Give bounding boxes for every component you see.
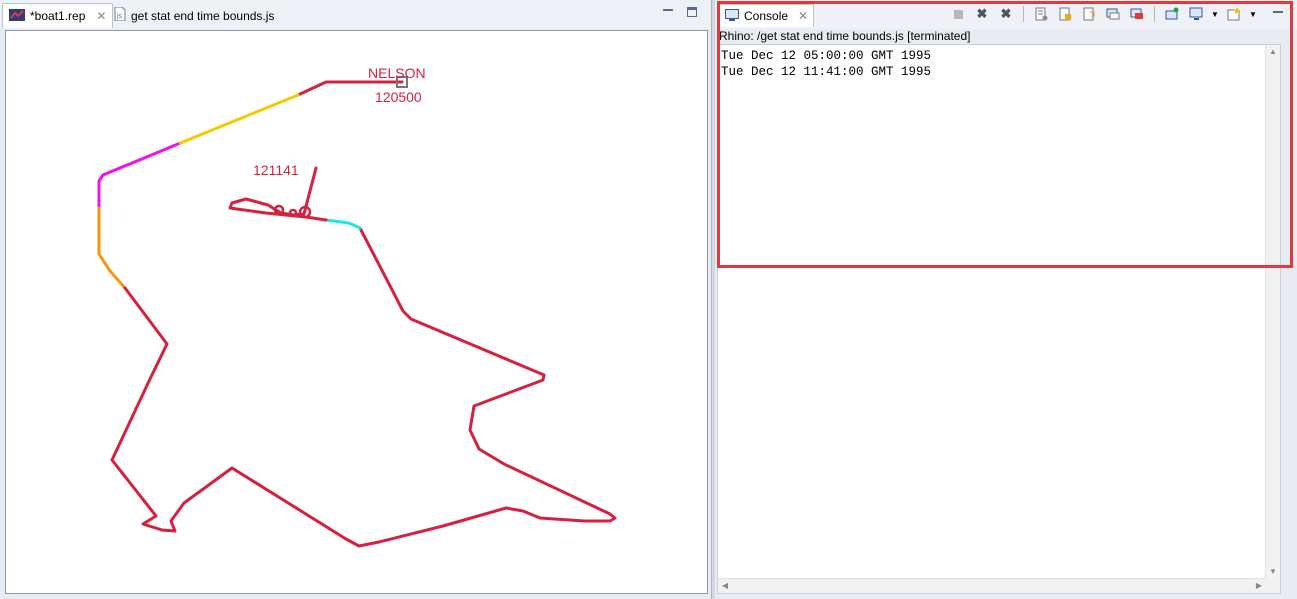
console-lines: Tue Dec 12 05:00:00 GMT 1995 Tue Dec 12 … [718,45,1280,80]
tab-label: *boat1.rep [30,9,86,23]
open-console-dropdown-icon[interactable]: ▼ [1249,5,1257,23]
editor-tabbar: *boat1.rep ✕ js get stat end time bounds… [0,0,711,29]
console-icon [725,8,739,24]
scroll-down-icon[interactable]: ▼ [1266,565,1280,579]
close-tab-icon[interactable]: ✕ [798,9,808,23]
scroll-lock-icon[interactable] [1056,5,1074,23]
svg-text:js: js [116,13,123,20]
track-loop [273,204,285,216]
vertical-scrollbar[interactable]: ▲ ▼ [1265,45,1280,593]
track-segment [97,206,127,290]
close-tab-icon[interactable]: ✕ [96,9,106,23]
track-segment [324,218,362,230]
toolbar-separator [1154,6,1155,22]
console-tabbar: Console ✕ ✖ ✖ ▼ ▼ [715,0,1297,29]
tab-get-stat-end-time-bounds[interactable]: js get stat end time bounds.js [108,3,280,28]
minimize-icon[interactable] [663,7,673,17]
rep-file-icon [9,8,25,25]
display-console-dropdown-icon[interactable]: ▼ [1211,5,1219,23]
track-name-label: NELSON [368,65,426,81]
tab-boat1-rep[interactable]: *boat1.rep ✕ [2,3,114,28]
scroll-right-icon[interactable]: ▶ [1252,579,1266,593]
track-segment [97,142,180,210]
word-wrap-icon[interactable] [1080,5,1098,23]
editor-pane: *boat1.rep ✕ js get stat end time bounds… [0,0,712,599]
plot-canvas[interactable]: NELSON 120500 121141 [5,30,708,594]
track-segment [176,93,300,146]
remove-all-icon[interactable]: ✖ [997,5,1015,23]
console-line: Tue Dec 12 11:41:00 GMT 1995 [721,65,932,79]
console-output[interactable]: Tue Dec 12 05:00:00 GMT 1995 Tue Dec 12 … [717,44,1281,594]
console-process-header: Rhino: /get stat end time bounds.js [ter… [719,29,971,43]
console-toolbar: ✖ ✖ ▼ ▼ [949,5,1297,23]
end-time-label: 121141 [253,162,299,178]
scroll-left-icon[interactable]: ◀ [718,579,732,593]
show-on-error-icon[interactable] [1128,5,1146,23]
maximize-icon[interactable] [687,7,697,17]
scroll-up-icon[interactable]: ▲ [1266,45,1280,59]
editor-window-controls [663,7,697,17]
console-tab-label: Console [744,9,789,23]
maximize-icon[interactable] [1293,5,1297,23]
remove-launch-icon[interactable]: ✖ [973,5,991,23]
show-on-output-icon[interactable] [1104,5,1122,23]
console-line: Tue Dec 12 05:00:00 GMT 1995 [721,49,932,63]
horizontal-scrollbar[interactable]: ◀ ▶ [718,578,1266,593]
minimize-icon[interactable] [1269,5,1287,23]
tab-console[interactable]: Console ✕ [719,4,815,27]
js-file-icon: js [114,6,126,24]
track-loop [288,208,298,218]
display-console-icon[interactable] [1187,5,1205,23]
start-time-label: 120500 [375,89,422,105]
terminate-icon[interactable] [949,5,967,23]
console-pane: Console ✕ ✖ ✖ ▼ ▼ Rhino: /get stat end t… [715,0,1297,599]
pin-console-icon[interactable] [1163,5,1181,23]
clear-console-icon[interactable] [1032,5,1050,23]
track-segment [110,226,617,548]
open-console-icon[interactable] [1225,5,1243,23]
tab-label: get stat end time bounds.js [131,8,275,23]
toolbar-separator [1023,6,1024,22]
